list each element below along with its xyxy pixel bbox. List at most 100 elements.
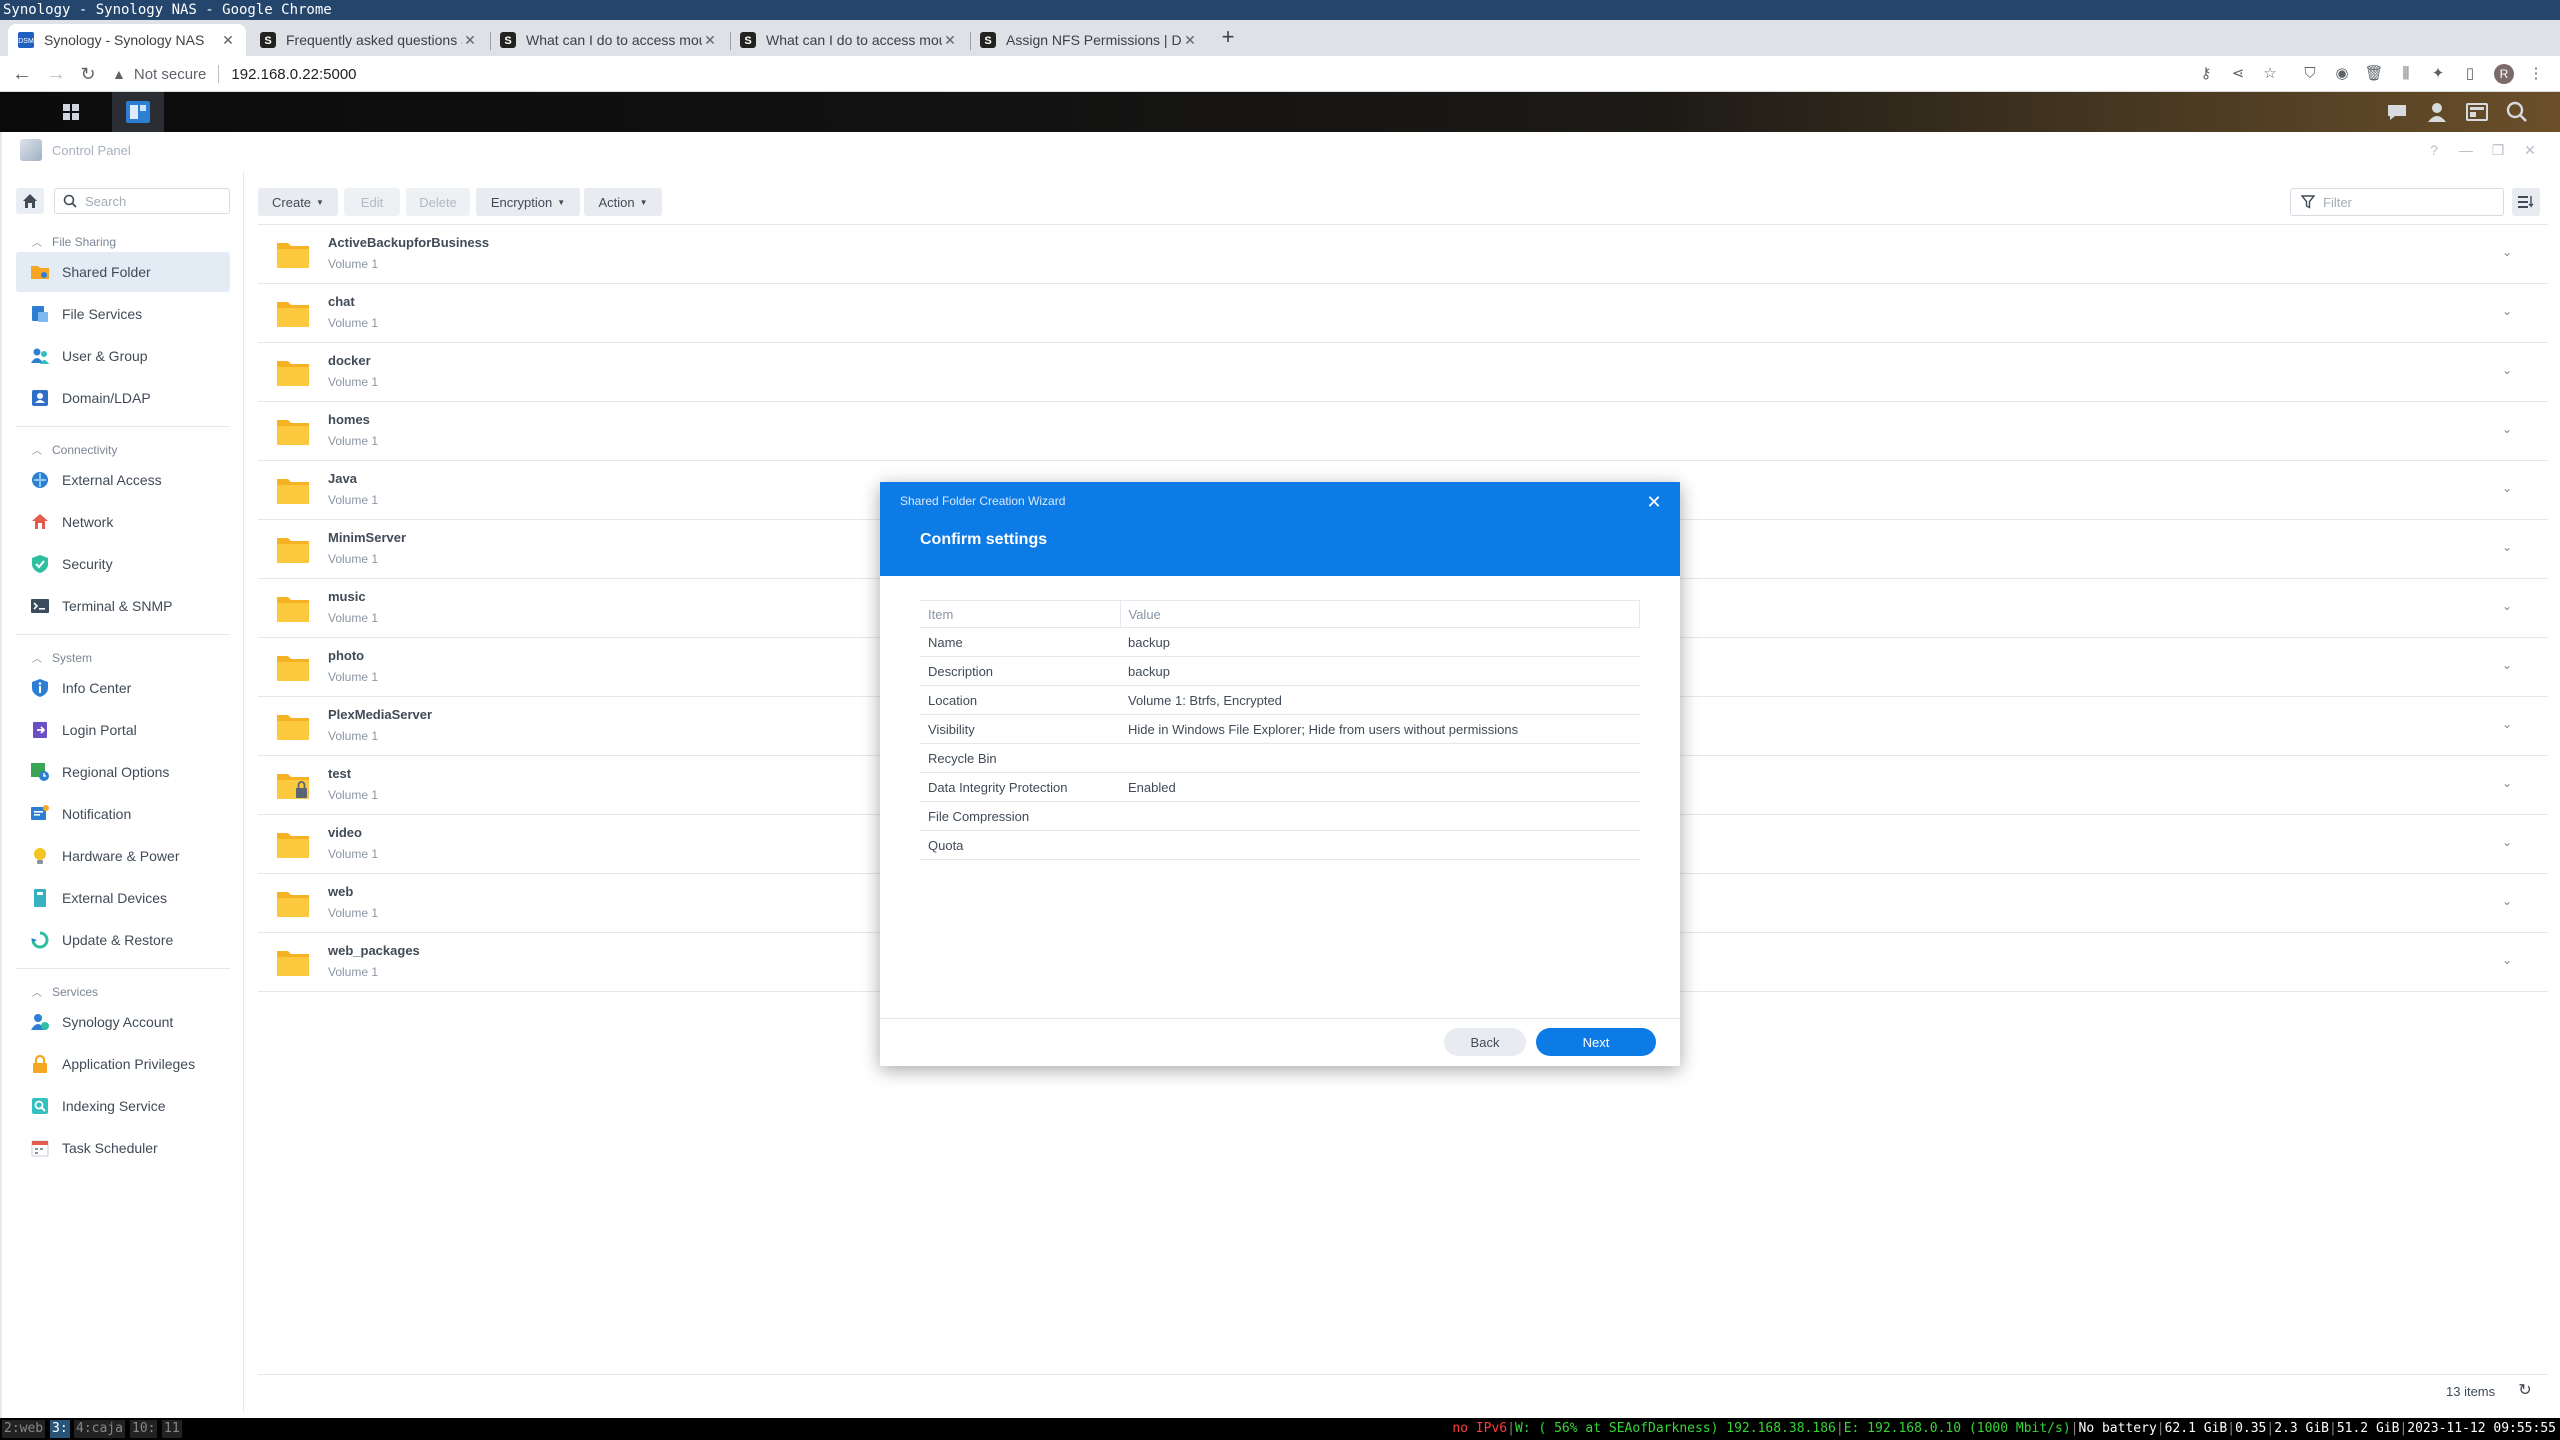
sidebar-item-external-access[interactable]: External Access: [16, 460, 230, 500]
close-icon[interactable]: ✕: [942, 32, 958, 48]
close-icon[interactable]: ✕: [702, 32, 718, 48]
puzzle-icon[interactable]: ✦: [2428, 64, 2448, 84]
folder-volume: Volume 1: [328, 788, 379, 802]
browser-tab[interactable]: DSM Synology - Synology NAS ✕: [8, 24, 246, 56]
minimize-icon[interactable]: —: [2458, 142, 2474, 158]
chevron-down-icon[interactable]: ⌄: [2502, 599, 2512, 613]
sidebar-item-synology-account[interactable]: Synology Account: [16, 1002, 230, 1042]
browser-tab[interactable]: S Frequently asked questions a ✕: [250, 24, 488, 56]
sidebar-item-domain-ldap[interactable]: Domain/LDAP: [16, 378, 230, 418]
folder-row[interactable]: homes Volume 1 ⌄: [258, 402, 2548, 461]
restore-icon[interactable]: ❐: [2490, 142, 2506, 158]
sidebar-item-user-group[interactable]: User & Group: [16, 336, 230, 376]
widgets-icon[interactable]: [2464, 100, 2490, 124]
key-icon[interactable]: ⚷: [2196, 64, 2216, 84]
sidebar-item-update-restore[interactable]: Update & Restore: [16, 920, 230, 960]
chevron-down-icon[interactable]: ⌄: [2502, 658, 2512, 672]
refresh-icon[interactable]: ↻: [2516, 1382, 2534, 1400]
chat-icon[interactable]: [2384, 100, 2410, 124]
sidebar-item-hardware-power[interactable]: Hardware & Power: [16, 836, 230, 876]
folder-row[interactable]: docker Volume 1 ⌄: [258, 343, 2548, 402]
next-button[interactable]: Next: [1536, 1028, 1656, 1056]
close-icon[interactable]: ✕: [1644, 492, 1664, 512]
chevron-down-icon[interactable]: ⌄: [2502, 481, 2512, 495]
user-icon[interactable]: [2424, 100, 2450, 124]
sidebar-item-regional-options[interactable]: Regional Options: [16, 752, 230, 792]
file-services-icon: [32, 306, 48, 322]
workspace-button[interactable]: 3:: [50, 1420, 70, 1438]
close-icon[interactable]: ✕: [462, 32, 478, 48]
edit-button[interactable]: Edit: [344, 188, 400, 216]
chevron-down-icon[interactable]: ⌄: [2502, 776, 2512, 790]
filter-funnel-icon: [2301, 195, 2315, 209]
extension-icon[interactable]: ◉: [2332, 64, 2352, 84]
section-file-sharing[interactable]: ︿ File Sharing: [32, 234, 116, 250]
workspace-button[interactable]: 4:caja: [74, 1420, 125, 1438]
action-button[interactable]: Action ▼: [584, 188, 662, 216]
chevron-down-icon[interactable]: ⌄: [2502, 540, 2512, 554]
filter-input[interactable]: Filter: [2290, 188, 2504, 216]
login-portal-icon: [33, 722, 47, 738]
create-button[interactable]: Create ▼: [258, 188, 338, 216]
section-connectivity[interactable]: ︿ Connectivity: [32, 442, 117, 458]
sidebar-item-task-scheduler[interactable]: Task Scheduler: [16, 1128, 230, 1168]
folder-row[interactable]: chat Volume 1 ⌄: [258, 284, 2548, 343]
chevron-down-icon[interactable]: ⌄: [2502, 422, 2512, 436]
trash-icon[interactable]: 🗑: [2364, 64, 2384, 84]
reload-icon[interactable]: ↻: [76, 62, 100, 86]
share-icon[interactable]: ⋖: [2228, 64, 2248, 84]
sidebar-search-input[interactable]: Search: [54, 188, 230, 214]
bookmark-star-icon[interactable]: ☆: [2260, 64, 2280, 84]
chevron-down-icon[interactable]: ⌄: [2502, 363, 2512, 377]
address-bar[interactable]: ▲ Not secure 192.168.0.22:5000: [112, 60, 2202, 88]
extension-bars-icon[interactable]: ⫼: [2396, 64, 2416, 84]
workspace-button[interactable]: 2:web: [2, 1420, 46, 1438]
sidebar-item-terminal-snmp[interactable]: Terminal & SNMP: [16, 586, 230, 626]
close-icon[interactable]: ✕: [2522, 142, 2538, 158]
profile-avatar[interactable]: R: [2494, 64, 2514, 84]
extension-shield-icon[interactable]: ⛉: [2300, 64, 2320, 84]
sidebar-item-shared-folder[interactable]: Shared Folder: [16, 252, 230, 292]
chevron-down-icon[interactable]: ⌄: [2502, 953, 2512, 967]
help-icon[interactable]: ?: [2426, 142, 2442, 158]
view-toggle-button[interactable]: [2512, 188, 2540, 216]
section-system[interactable]: ︿ System: [32, 650, 92, 666]
sidebar-item-indexing-service[interactable]: Indexing Service: [16, 1086, 230, 1126]
encryption-button[interactable]: Encryption ▼: [476, 188, 580, 216]
browser-tab[interactable]: S What can I do to access mou ✕: [730, 24, 968, 56]
back-arrow-icon[interactable]: ←: [10, 62, 34, 86]
sidebar-item-application-privileges[interactable]: Application Privileges: [16, 1044, 230, 1084]
workspace-button[interactable]: 11: [162, 1420, 182, 1438]
close-icon[interactable]: ✕: [220, 32, 236, 48]
main-menu-icon[interactable]: [46, 92, 96, 132]
search-icon[interactable]: [2504, 100, 2530, 124]
close-icon[interactable]: ✕: [1182, 32, 1198, 48]
sidepanel-icon[interactable]: ▯: [2460, 64, 2480, 84]
sidebar-item-security[interactable]: Security: [16, 544, 230, 584]
chevron-down-icon[interactable]: ⌄: [2502, 304, 2512, 318]
workspace-button[interactable]: 10:: [130, 1420, 158, 1438]
forward-arrow-icon[interactable]: →: [44, 62, 68, 86]
chevron-down-icon[interactable]: ⌄: [2502, 717, 2512, 731]
sidebar-item-network[interactable]: Network: [16, 502, 230, 542]
chevron-down-icon[interactable]: ⌄: [2502, 894, 2512, 908]
home-button[interactable]: [16, 188, 44, 214]
chevron-down-icon[interactable]: ⌄: [2502, 245, 2512, 259]
chevron-down-icon[interactable]: ⌄: [2502, 835, 2512, 849]
new-tab-button[interactable]: +: [1216, 26, 1240, 50]
sidebar-item-external-devices[interactable]: External Devices: [16, 878, 230, 918]
svg-text:S: S: [264, 35, 271, 47]
folder-volume: Volume 1: [328, 552, 379, 566]
browser-tab[interactable]: S What can I do to access mou ✕: [490, 24, 728, 56]
delete-button[interactable]: Delete: [406, 188, 470, 216]
browser-tab[interactable]: S Assign NFS Permissions | D ✕: [970, 24, 1208, 56]
sidebar-item-info-center[interactable]: Info Center: [16, 668, 230, 708]
sidebar-item-login-portal[interactable]: Login Portal: [16, 710, 230, 750]
back-button[interactable]: Back: [1444, 1028, 1526, 1056]
control-panel-taskbar-icon[interactable]: [112, 92, 164, 132]
sidebar-item-notification[interactable]: Notification: [16, 794, 230, 834]
menu-kebab-icon[interactable]: ⋮: [2526, 64, 2546, 84]
section-services[interactable]: ︿ Services: [32, 984, 98, 1000]
sidebar-item-file-services[interactable]: File Services: [16, 294, 230, 334]
folder-row[interactable]: ActiveBackupforBusiness Volume 1 ⌄: [258, 225, 2548, 284]
